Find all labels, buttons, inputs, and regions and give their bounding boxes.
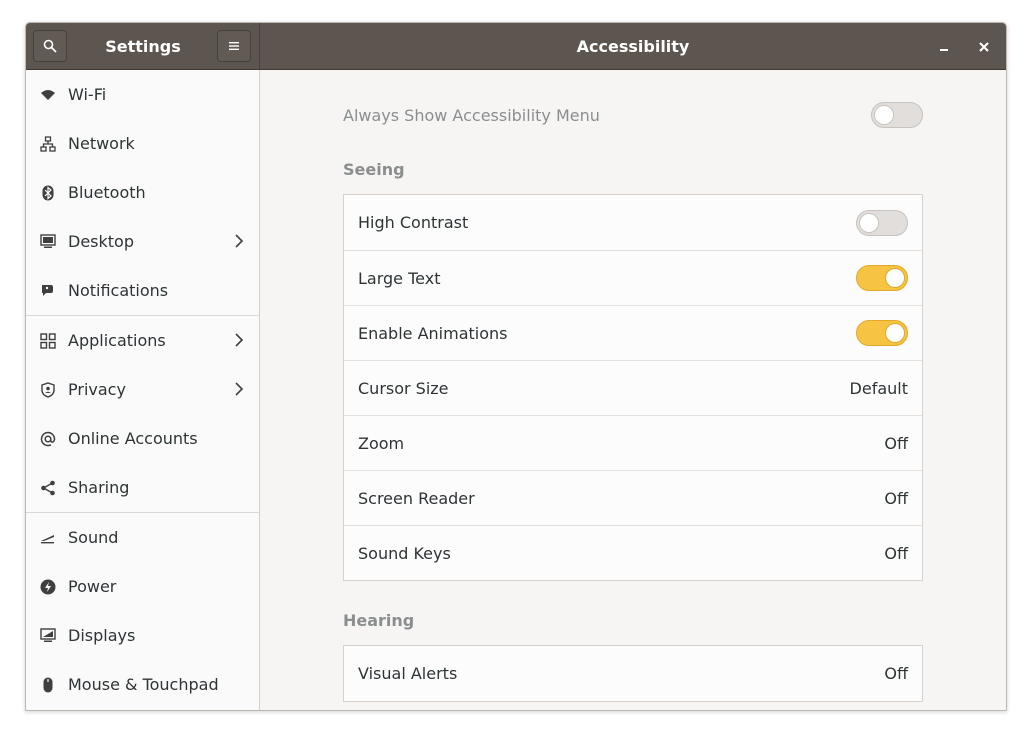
- sidebar-item-mouse-touchpad[interactable]: Mouse & Touchpad: [26, 660, 259, 709]
- row-label: Cursor Size: [358, 378, 449, 398]
- switch-knob: [885, 323, 905, 343]
- menu-button[interactable]: [217, 30, 251, 62]
- panel-title: Accessibility: [576, 37, 690, 56]
- sidebar-item-desktop[interactable]: Desktop: [26, 217, 259, 266]
- chevron-right-icon: [235, 234, 244, 248]
- hamburger-icon: [229, 42, 239, 50]
- power-icon: [40, 579, 56, 595]
- sidebar-item-sharing[interactable]: Sharing: [26, 463, 259, 512]
- row-value: Default: [849, 378, 908, 398]
- accessibility-panel: Always Show Accessibility Menu Seeing Hi…: [260, 70, 1006, 710]
- share-icon: [40, 480, 56, 496]
- sound-icon: [40, 530, 56, 546]
- sound-keys-row[interactable]: Sound Keys Off: [344, 525, 922, 580]
- sidebar-item-applications[interactable]: Applications: [26, 315, 259, 365]
- row-value: Off: [884, 433, 908, 453]
- minimize-icon: [940, 49, 948, 51]
- search-button[interactable]: [33, 30, 67, 62]
- sidebar-item-privacy[interactable]: Privacy: [26, 365, 259, 414]
- row-value: Off: [884, 488, 908, 508]
- large-text-row[interactable]: Large Text: [344, 250, 922, 305]
- sidebar-title: Settings: [105, 37, 181, 56]
- header-bar: Settings Accessibility: [26, 23, 1006, 70]
- sidebar-item-label: Online Accounts: [68, 429, 198, 448]
- visual-alerts-row[interactable]: Visual Alerts Off: [344, 646, 922, 701]
- row-value: Off: [884, 543, 908, 563]
- cursor-size-row[interactable]: Cursor Size Default: [344, 360, 922, 415]
- switch-knob: [874, 105, 894, 125]
- sidebar-item-label: Desktop: [68, 232, 134, 251]
- notifications-icon: [40, 283, 56, 299]
- sidebar-item-wifi[interactable]: Wi-Fi: [26, 70, 259, 119]
- high-contrast-switch[interactable]: [856, 209, 908, 236]
- sidebar-item-label: Bluetooth: [68, 183, 146, 202]
- row-label: Sound Keys: [358, 543, 451, 563]
- seeing-list: High Contrast Large Text Enable Animatio…: [343, 194, 923, 581]
- sidebar-item-label: Mouse & Touchpad: [68, 675, 219, 694]
- wifi-icon: [40, 87, 56, 103]
- switch-knob: [885, 268, 905, 288]
- sidebar-item-power[interactable]: Power: [26, 562, 259, 611]
- sidebar-item-bluetooth[interactable]: Bluetooth: [26, 168, 259, 217]
- enable-animations-switch[interactable]: [856, 320, 908, 346]
- sidebar-item-label: Sound: [68, 528, 119, 547]
- bluetooth-icon: [40, 185, 56, 201]
- privacy-icon: [40, 381, 56, 398]
- sidebar-item-displays[interactable]: Displays: [26, 611, 259, 660]
- row-label: High Contrast: [358, 213, 469, 232]
- sidebar-item-label: Power: [68, 577, 117, 596]
- applications-icon: [40, 332, 56, 349]
- desktop-icon: [40, 234, 56, 250]
- sidebar-item-label: Applications: [68, 331, 166, 350]
- switch-knob: [859, 212, 879, 233]
- sidebar-item-label: Wi-Fi: [68, 85, 107, 104]
- sidebar-item-label: Network: [68, 134, 135, 153]
- sidebar-header: Settings: [26, 23, 260, 70]
- sidebar: Wi-Fi Network Bluetooth Desktop Notifica…: [26, 70, 260, 710]
- enable-animations-row[interactable]: Enable Animations: [344, 305, 922, 360]
- chevron-right-icon: [235, 333, 244, 347]
- at-sign-icon: [40, 431, 56, 447]
- close-button[interactable]: [972, 35, 996, 59]
- mouse-icon: [40, 677, 56, 693]
- row-value: Off: [884, 664, 908, 683]
- sidebar-item-label: Sharing: [68, 478, 130, 497]
- minimize-button[interactable]: [932, 35, 956, 59]
- large-text-switch[interactable]: [856, 265, 908, 291]
- row-label: Screen Reader: [358, 488, 475, 508]
- sidebar-item-label: Displays: [68, 626, 136, 645]
- sidebar-item-label: Privacy: [68, 380, 126, 399]
- sidebar-item-online-accounts[interactable]: Online Accounts: [26, 414, 259, 463]
- display-icon: [40, 628, 56, 644]
- network-icon: [40, 135, 56, 152]
- sidebar-item-network[interactable]: Network: [26, 119, 259, 168]
- seeing-section-title: Seeing: [343, 160, 405, 179]
- high-contrast-row[interactable]: High Contrast: [344, 195, 922, 250]
- hearing-list: Visual Alerts Off: [343, 645, 923, 702]
- row-label: Enable Animations: [358, 323, 508, 343]
- chevron-right-icon: [235, 382, 244, 396]
- sidebar-item-label: Notifications: [68, 281, 169, 300]
- sidebar-item-sound[interactable]: Sound: [26, 512, 259, 562]
- sidebar-item-notifications[interactable]: Notifications: [26, 266, 259, 315]
- search-icon: [43, 39, 57, 53]
- row-label: Large Text: [358, 268, 441, 288]
- always-show-menu-row: Always Show Accessibility Menu: [343, 98, 923, 132]
- screen-reader-row[interactable]: Screen Reader Off: [344, 470, 922, 525]
- settings-window: Settings Accessibility Wi-Fi Network Blu…: [25, 22, 1007, 711]
- zoom-row[interactable]: Zoom Off: [344, 415, 922, 470]
- always-show-menu-switch[interactable]: [871, 102, 923, 128]
- row-label: Visual Alerts: [358, 664, 458, 683]
- hearing-section-title: Hearing: [343, 611, 415, 630]
- row-label: Zoom: [358, 433, 405, 453]
- always-show-menu-label: Always Show Accessibility Menu: [343, 105, 600, 125]
- close-icon: [979, 42, 989, 52]
